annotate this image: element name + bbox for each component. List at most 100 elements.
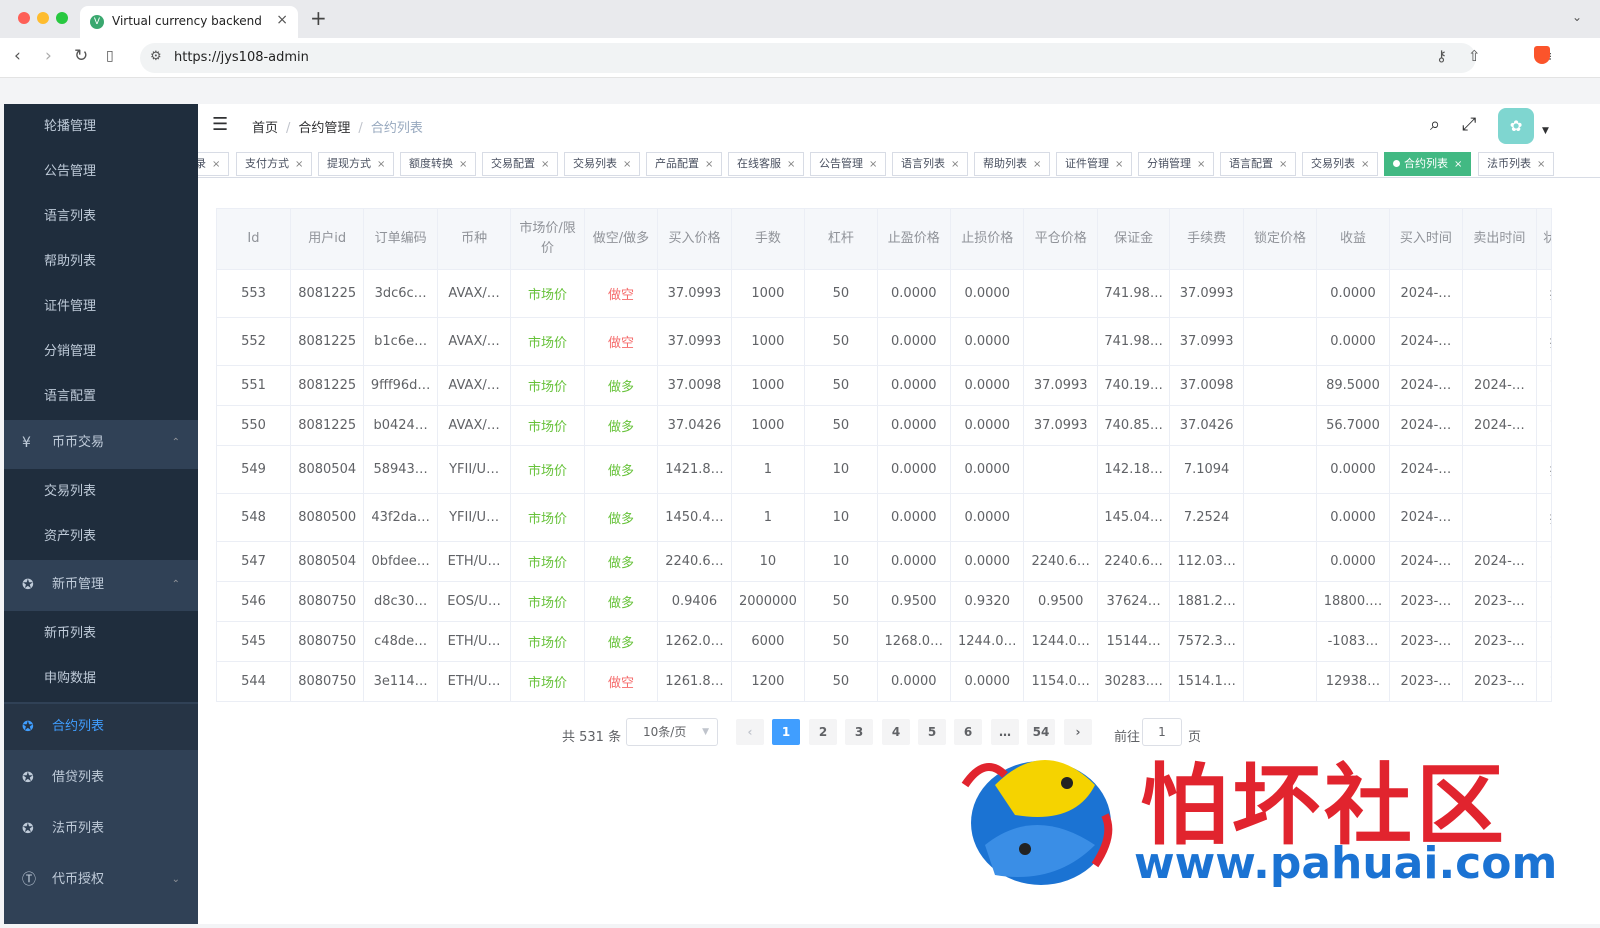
table-row[interactable]: 545 8080750 c48de… ETH/U… 市场价 做多 1262.0… 6000 50… bbox=[217, 621, 1551, 662]
close-tag-icon[interactable]: × bbox=[1361, 159, 1369, 170]
hamburger-menu-icon[interactable]: ☰ bbox=[212, 114, 228, 135]
tag-item[interactable]: 语言配置 × bbox=[1220, 152, 1297, 176]
sidebar-item[interactable]: 分销管理 bbox=[4, 329, 198, 375]
search-icon[interactable]: ⌕ bbox=[1430, 114, 1440, 135]
next-page-button[interactable]: › bbox=[1064, 719, 1092, 745]
tag-item[interactable]: 证件管理 × bbox=[1056, 152, 1133, 176]
close-tag-icon[interactable]: × bbox=[787, 159, 795, 170]
sidebar-item[interactable]: 交易列表 bbox=[4, 469, 198, 515]
close-tag-icon[interactable]: × bbox=[377, 159, 385, 170]
avatar[interactable]: ✿ bbox=[1498, 108, 1534, 144]
page-number-button[interactable]: 2 bbox=[809, 719, 837, 745]
tag-item[interactable]: 产品配置 × bbox=[646, 152, 723, 176]
page-number-button[interactable]: 4 bbox=[882, 719, 910, 745]
page-size-select[interactable]: 10条/页 ▼ bbox=[626, 718, 718, 746]
sidebar-item[interactable]: 语言配置 bbox=[4, 374, 198, 420]
sidebar-item[interactable]: ✪ 借贷列表 bbox=[4, 755, 198, 801]
tag-item[interactable]: 法币列表 × bbox=[1478, 152, 1555, 176]
sidebar-item[interactable]: ✪ 合约列表 bbox=[4, 704, 198, 750]
tag-item[interactable]: 额度转换 × bbox=[400, 152, 477, 176]
tag-item[interactable]: 分销管理 × bbox=[1138, 152, 1215, 176]
minimize-window-button[interactable] bbox=[37, 12, 49, 24]
close-tab-icon[interactable]: × bbox=[276, 12, 288, 28]
table-row[interactable]: 547 8080504 0bfdee… ETH/U… 市场价 做多 2240.6… 10 10 0… bbox=[217, 541, 1551, 582]
close-tag-icon[interactable]: × bbox=[1279, 159, 1287, 170]
table-row[interactable]: 549 8080504 58943… YFII/U… 市场价 做多 1421.8… 1 10 0.… bbox=[217, 445, 1551, 494]
prev-page-button[interactable]: ‹ bbox=[736, 719, 764, 745]
back-icon[interactable]: ‹ bbox=[14, 46, 21, 66]
page-number-button[interactable]: 1 bbox=[772, 719, 800, 745]
tag-item[interactable]: 提现方式 × bbox=[318, 152, 395, 176]
sidebar-item[interactable]: 申购数据 bbox=[4, 656, 198, 702]
tab-list-chevron-icon[interactable]: ⌄ bbox=[1572, 10, 1582, 24]
forward-icon[interactable]: › bbox=[45, 46, 52, 66]
close-tag-icon[interactable]: × bbox=[951, 159, 959, 170]
sidebar-item[interactable]: 轮播管理 bbox=[4, 104, 198, 150]
reload-icon[interactable]: ↻ bbox=[74, 46, 88, 66]
breadcrumb-section[interactable]: 合约管理 bbox=[298, 121, 350, 136]
sidebar-item[interactable]: 新币列表 bbox=[4, 611, 198, 657]
tag-item[interactable]: 录× bbox=[198, 152, 230, 176]
share-icon[interactable]: ⇧ bbox=[1468, 47, 1481, 65]
brave-shield-icon[interactable] bbox=[1534, 46, 1550, 64]
table-row[interactable]: 550 8081225 b0424… AVAX/… 市场价 做多 37.0426 1000 50… bbox=[217, 405, 1551, 446]
tag-item[interactable]: 交易配置 × bbox=[482, 152, 559, 176]
page-number-button[interactable]: … bbox=[991, 719, 1019, 745]
sidebar-item[interactable]: ¥ 币币交易 ⌃ bbox=[4, 420, 198, 466]
bookmark-icon[interactable]: ▯ bbox=[106, 48, 114, 64]
close-tag-icon[interactable]: × bbox=[1537, 159, 1545, 170]
tag-item[interactable]: 公告管理 × bbox=[810, 152, 887, 176]
close-window-button[interactable] bbox=[18, 12, 30, 24]
sidebar-item[interactable]: 资产列表 bbox=[4, 514, 198, 560]
tag-item[interactable]: 在线客服 × bbox=[728, 152, 805, 176]
new-tab-icon[interactable]: + bbox=[310, 6, 327, 30]
table-row[interactable]: 544 8080750 3e114… ETH/U… 市场价 做空 1261.8… 1200 50… bbox=[217, 661, 1551, 701]
page-number-button[interactable]: 5 bbox=[918, 719, 946, 745]
table-row[interactable]: 551 8081225 9fff96d… AVAX/… 市场价 做多 37.0098 1000… bbox=[217, 365, 1551, 406]
sidebar-item[interactable]: Ⓣ 代币授权 ⌄ bbox=[4, 857, 198, 903]
breadcrumb-current: 合约列表 bbox=[370, 121, 423, 136]
page-number-button[interactable]: 3 bbox=[845, 719, 873, 745]
maximize-window-button[interactable] bbox=[56, 12, 68, 24]
close-tag-icon[interactable]: × bbox=[1454, 159, 1462, 170]
sidebar-item[interactable]: 公告管理 bbox=[4, 149, 198, 195]
table-row[interactable]: 548 8080500 43f2da… YFII/U… 市场价 做多 1450.4… 1 10 0… bbox=[217, 493, 1551, 542]
tag-item[interactable]: 语言列表 × bbox=[892, 152, 969, 176]
site-settings-icon[interactable]: ⚙ bbox=[150, 49, 162, 64]
address-bar[interactable]: ⚙ https://jys108-admin bbox=[140, 43, 1476, 73]
close-tag-icon[interactable]: × bbox=[1115, 159, 1123, 170]
browser-tab[interactable]: V Virtual currency backend × bbox=[80, 6, 298, 38]
sidebar-item[interactable]: ✪ 新币管理 ⌃ bbox=[4, 562, 198, 608]
avatar-dropdown-icon[interactable]: ▼ bbox=[1542, 126, 1549, 136]
sidebar-item[interactable]: 帮助列表 bbox=[4, 239, 198, 285]
table-row[interactable]: 546 8080750 d8c30… EOS/U… 市场价 做多 0.9406 2000000… bbox=[217, 581, 1551, 622]
close-tag-icon[interactable]: × bbox=[1033, 159, 1041, 170]
close-tag-icon[interactable]: × bbox=[459, 159, 467, 170]
table-row[interactable]: 552 8081225 b1c6e… AVAX/… 市场价 做空 37.0993 1000 50… bbox=[217, 317, 1551, 366]
page-number-button[interactable]: 54 bbox=[1027, 719, 1055, 745]
close-tag-icon[interactable]: × bbox=[295, 159, 303, 170]
url-text: https://jys108-admin bbox=[174, 50, 309, 65]
sidebar-item[interactable]: ✪ 法币列表 bbox=[4, 806, 198, 852]
fullscreen-icon[interactable]: ⤢ bbox=[1462, 114, 1476, 135]
page-number-button[interactable]: 6 bbox=[954, 719, 982, 745]
close-tag-icon[interactable]: × bbox=[212, 159, 220, 170]
close-tag-icon[interactable]: × bbox=[869, 159, 877, 170]
tag-label: 证件管理 bbox=[1065, 157, 1109, 170]
close-tag-icon[interactable]: × bbox=[541, 159, 549, 170]
table-row[interactable]: 553 8081225 3dc6c… AVAX/… 市场价 做空 37.0993 1000 50… bbox=[217, 269, 1551, 318]
breadcrumb-home[interactable]: 首页 bbox=[252, 121, 278, 136]
close-tag-icon[interactable]: × bbox=[1197, 159, 1205, 170]
key-icon[interactable]: ⚷ bbox=[1436, 47, 1447, 65]
close-tag-icon[interactable]: × bbox=[705, 159, 713, 170]
tag-item[interactable]: 帮助列表 × bbox=[974, 152, 1051, 176]
tag-item[interactable]: 合约列表 × bbox=[1384, 152, 1472, 176]
sidebar-item[interactable]: 证件管理 bbox=[4, 284, 198, 330]
table-cell bbox=[1243, 493, 1318, 542]
tag-item[interactable]: 交易列表 × bbox=[564, 152, 641, 176]
table-cell: 50 bbox=[804, 269, 878, 318]
tag-item[interactable]: 交易列表 × bbox=[1302, 152, 1379, 176]
sidebar-item[interactable]: 语言列表 bbox=[4, 194, 198, 240]
close-tag-icon[interactable]: × bbox=[623, 159, 631, 170]
tag-item[interactable]: 支付方式 × bbox=[236, 152, 313, 176]
